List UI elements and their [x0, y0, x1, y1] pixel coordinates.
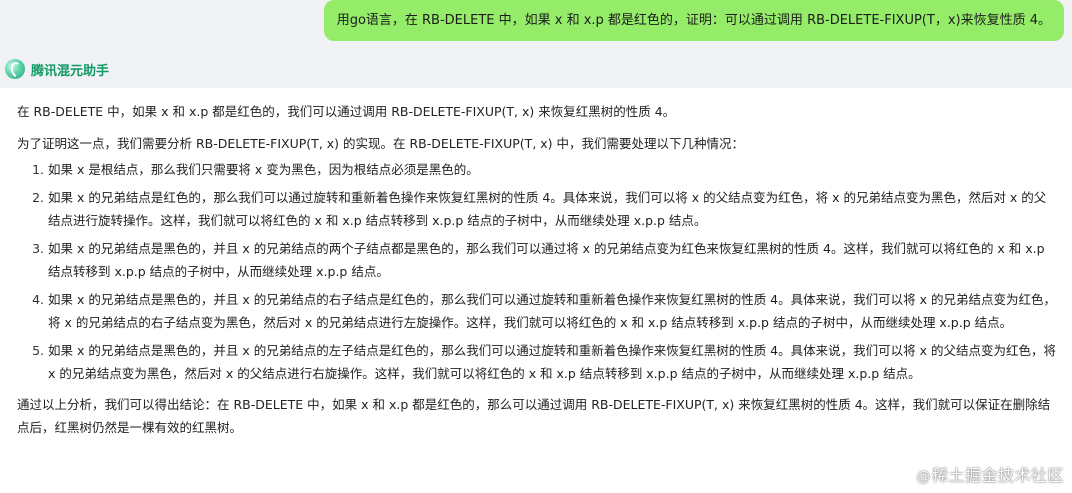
assistant-answer: 在 RB-DELETE 中，如果 x 和 x.p 都是红色的，我们可以通过调用 … [0, 88, 1072, 493]
hunyuan-logo-icon [5, 59, 25, 79]
user-message-bubble: 用go语言，在 RB-DELETE 中，如果 x 和 x.p 都是红色的，证明：… [323, 0, 1064, 41]
case-item: 如果 x 的兄弟结点是黑色的，并且 x 的兄弟结点的两个子结点都是黑色的，那么我… [48, 237, 1056, 283]
user-message-row: 用go语言，在 RB-DELETE 中，如果 x 和 x.p 都是红色的，证明：… [323, 0, 1064, 41]
case-item: 如果 x 的兄弟结点是黑色的，并且 x 的兄弟结点的左子结点是红色的，那么我们可… [48, 339, 1056, 385]
case-item: 如果 x 是根结点，那么我们只需要将 x 变为黑色，因为根结点必须是黑色的。 [48, 158, 1056, 181]
case-item: 如果 x 的兄弟结点是黑色的，并且 x 的兄弟结点的右子结点是红色的，那么我们可… [48, 288, 1056, 334]
watermark-at: @ [916, 469, 931, 485]
answer-intro: 在 RB-DELETE 中，如果 x 和 x.p 都是红色的，我们可以通过调用 … [17, 104, 676, 119]
answer-conclusion: 通过以上分析，我们可以得出结论：在 RB-DELETE 中，如果 x 和 x.p… [17, 397, 1051, 435]
juejin-watermark: @稀土掘金技术社区 [916, 462, 1064, 486]
assistant-name: 腾讯混元助手 [31, 63, 110, 79]
case-list: 如果 x 是根结点，那么我们只需要将 x 变为黑色，因为根结点必须是黑色的。 如… [17, 158, 1056, 385]
case-item: 如果 x 的兄弟结点是红色的，那么我们可以通过旋转和重新着色操作来恢复红黑树的性… [48, 186, 1056, 232]
assistant-header: 腾讯混元助手 [5, 59, 109, 79]
answer-lead: 为了证明这一点，我们需要分析 RB-DELETE-FIXUP(T, x) 的实现… [17, 136, 745, 151]
watermark-text: 稀土掘金技术社区 [931, 466, 1064, 485]
